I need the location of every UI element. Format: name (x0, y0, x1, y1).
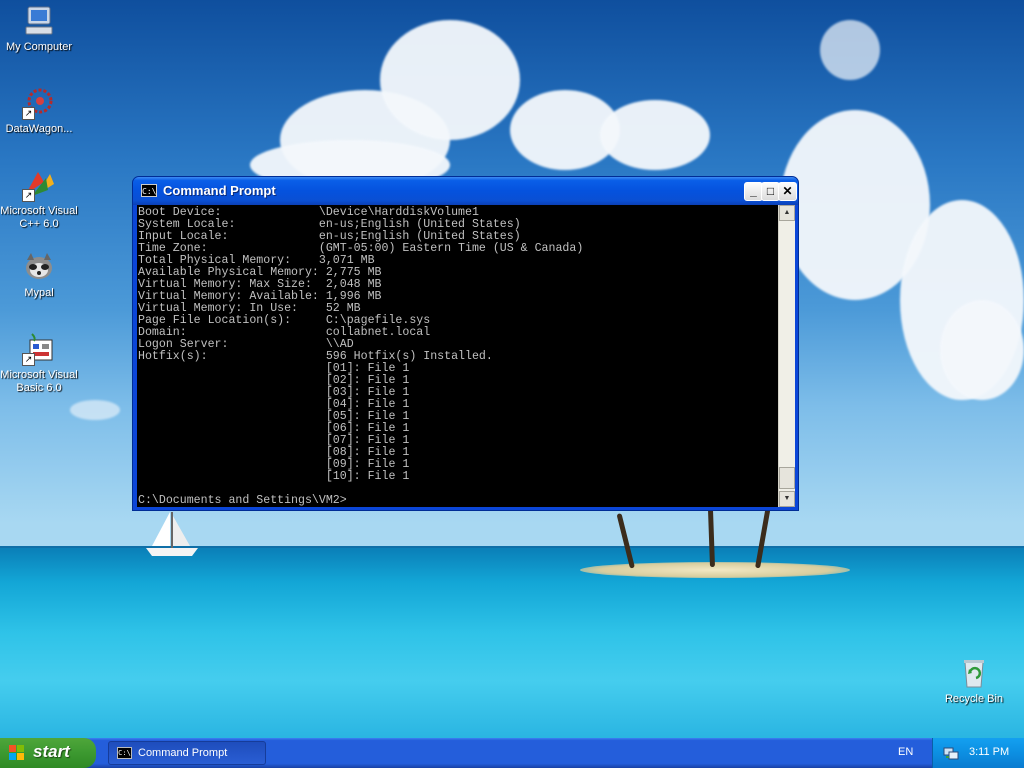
desktop-icon-recycle-bin[interactable]: Recycle Bin (934, 656, 1014, 706)
desktop-icon-visual-cpp[interactable]: ↗ Microsoft Visual C++ 6.0 (0, 168, 79, 231)
cloud (70, 400, 120, 420)
window-title: Command Prompt (163, 183, 276, 198)
minimize-icon: _ (750, 184, 757, 198)
shortcut-arrow-icon: ↗ (22, 353, 35, 366)
desktop-icon-my-computer[interactable]: My Computer (0, 4, 79, 54)
cloud (600, 100, 710, 170)
desktop-icon-mypal[interactable]: Mypal (0, 250, 79, 300)
recycle-bin-icon (957, 656, 991, 690)
desktop-icon-datawagon[interactable]: ↗ DataWagon... (0, 86, 79, 136)
island (580, 562, 850, 578)
cloud (940, 300, 1024, 400)
desktop-icon-label: DataWagon... (5, 123, 73, 135)
start-label: start (33, 742, 70, 761)
visual-cpp-icon: ↗ (22, 168, 56, 202)
network-icon[interactable] (943, 745, 959, 761)
desktop-icon-label: Recycle Bin (944, 693, 1004, 705)
visual-basic-icon: ↗ (22, 332, 56, 366)
mypal-icon (22, 250, 56, 284)
start-button[interactable]: start (0, 738, 96, 768)
cloud (820, 20, 880, 80)
desktop-icon-label: My Computer (5, 41, 73, 53)
sailboat (146, 512, 198, 556)
maximize-icon: □ (766, 184, 775, 198)
close-button[interactable]: ✕ (778, 182, 797, 201)
desktop-icon-label: Mypal (24, 287, 54, 299)
scroll-down-button[interactable]: ▼ (779, 491, 795, 507)
vertical-scrollbar[interactable]: ▲ ▼ (778, 205, 795, 507)
command-prompt-window[interactable]: C:\ Command Prompt _ □ ✕ Boot Device: \D… (132, 176, 799, 511)
scrollbar-thumb[interactable] (779, 467, 795, 489)
console-area[interactable]: Boot Device: \Device\HarddiskVolume1 Sys… (137, 205, 795, 507)
shortcut-arrow-icon: ↗ (22, 189, 35, 202)
taskbar-button-label: Command Prompt (138, 747, 228, 759)
clock[interactable]: 3:11 PM (969, 746, 1009, 758)
sea (0, 548, 1024, 738)
desktop-icon-visual-basic[interactable]: ↗ Microsoft Visual Basic 6.0 (0, 332, 79, 395)
cmd-window-icon[interactable]: C:\ (141, 184, 157, 197)
my-computer-icon (22, 4, 56, 38)
taskbar-button-command-prompt[interactable]: C:\ Command Prompt (108, 741, 266, 765)
shortcut-arrow-icon: ↗ (22, 107, 35, 120)
desktop-icon-label: Microsoft Visual Basic 6.0 (0, 369, 78, 394)
language-indicator[interactable]: EN (898, 746, 913, 758)
window-titlebar[interactable]: C:\ Command Prompt _ □ ✕ (133, 177, 798, 205)
windows-logo-icon (9, 745, 24, 760)
palm-tree (707, 504, 715, 568)
scroll-up-button[interactable]: ▲ (779, 205, 795, 221)
system-tray: 3:11 PM (932, 738, 1024, 768)
desktop-icon-label: Microsoft Visual C++ 6.0 (0, 205, 78, 230)
cloud (380, 20, 520, 140)
console-output[interactable]: Boot Device: \Device\HarddiskVolume1 Sys… (138, 207, 778, 507)
datawagon-icon: ↗ (22, 86, 56, 120)
cmd-taskbar-icon: C:\ (117, 747, 132, 759)
close-icon: ✕ (782, 184, 793, 198)
taskbar: start C:\ Command Prompt EN 3:11 PM (0, 738, 1024, 768)
